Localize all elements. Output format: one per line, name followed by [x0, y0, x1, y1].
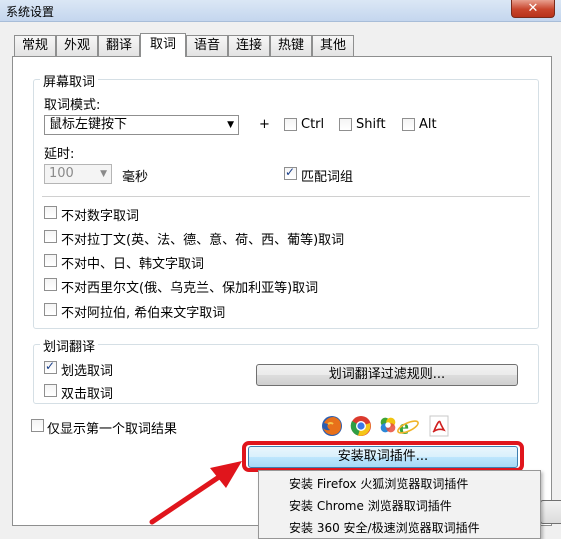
red-arrow-annotation: [149, 461, 242, 525]
